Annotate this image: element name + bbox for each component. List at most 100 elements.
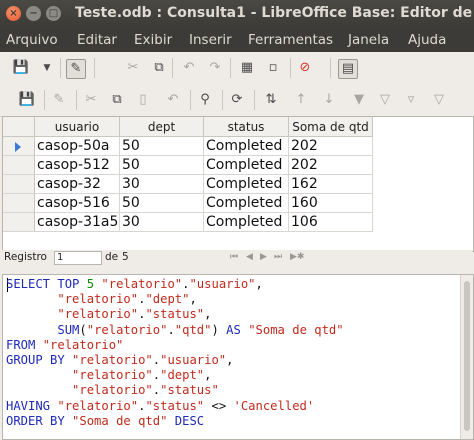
menu-arquivo[interactable]: Arquivo [6,32,58,48]
menu-exibir[interactable]: Exibir [134,32,172,48]
first-record-icon[interactable]: ⏮ [230,250,238,265]
menu-editar[interactable]: Editar [77,32,117,48]
filter-icon[interactable]: ▽ [376,91,394,109]
minimize-window-button[interactable]: − [26,6,41,21]
table-icon[interactable]: ▤ [338,59,358,79]
splitter-handle[interactable] [0,266,474,274]
sql-line[interactable]: FROM "relatorio" [6,338,344,353]
table-cell[interactable]: Completed [204,137,289,156]
save-record-icon[interactable]: 💾 [18,91,36,109]
query-design-toolbar: 💾 ▼ ✎ ✂ ⧉ ↶ ↷ ▦ ▫ ⊘ ▤ [0,52,474,85]
sql-token: FROM [6,337,43,352]
sql-token: "Soma de qtd" [248,322,344,337]
table-cell[interactable]: 50 [120,194,204,213]
new-record-icon[interactable]: ▶✱ [290,250,304,265]
save-icon[interactable]: 💾 [12,59,30,77]
menu-ajuda[interactable]: Ajuda [408,32,446,48]
table-cell[interactable]: casop-31a5 [35,213,120,232]
table-cell[interactable]: 30 [120,175,204,194]
run-query-icon[interactable]: ▦ [238,59,256,77]
copy-icon[interactable]: ⧉ [150,59,168,77]
sql-token: "relatorio" [101,277,183,291]
sort-icon[interactable]: ⇅ [262,91,280,109]
table-cell[interactable]: 106 [289,213,373,232]
table-cell[interactable]: casop-516 [35,194,120,213]
dropdown-arrow-icon[interactable]: ▼ [38,59,56,77]
sql-token: SUM [57,322,80,337]
previous-record-icon[interactable]: ◀ [246,250,253,265]
column-header-usuario[interactable]: usuario [35,117,120,137]
column-header-soma-de-qtd[interactable]: Soma de qtd [289,117,373,137]
sql-token: , [204,368,212,383]
sql-token: . [152,368,161,383]
sql-line[interactable]: GROUP BY "relatorio"."usuario", [6,353,344,368]
table-cell[interactable]: 162 [289,175,373,194]
menu-ferramentas[interactable]: Ferramentas [248,32,333,48]
sql-line[interactable]: "relatorio"."dept", [6,368,344,383]
table-cell[interactable]: casop-32 [35,175,120,194]
undo-icon[interactable]: ↶ [180,59,198,77]
row-header[interactable] [3,156,35,175]
table-cell[interactable]: 50 [120,137,204,156]
table-cell[interactable]: Completed [204,175,289,194]
table-cell[interactable]: casop-50a [35,137,120,156]
row-header[interactable] [3,137,35,156]
table-cell[interactable]: casop-512 [35,156,120,175]
menu-janela[interactable]: Janela [348,32,389,48]
edit-icon[interactable]: ✎ [66,59,86,79]
copy-icon[interactable]: ⧉ [108,91,126,109]
column-header-status[interactable]: status [204,117,289,137]
row-header[interactable] [3,213,35,232]
table-cell[interactable]: 30 [120,213,204,232]
maximize-window-button[interactable]: □ [46,6,61,21]
reset-filter-icon[interactable]: ▽ [430,91,448,109]
sql-editor[interactable]: SELECT TOP 5 "relatorio"."usuario", "rel… [2,274,474,440]
last-record-icon[interactable]: ⏭ [274,250,282,265]
autofilter-icon[interactable]: ▼ [350,91,368,109]
sql-line[interactable]: "relatorio"."dept", [6,292,344,307]
sql-line[interactable]: "relatorio"."status", [6,307,344,322]
table-cell[interactable]: Completed [204,156,289,175]
column-header-dept[interactable]: dept [120,117,204,137]
redo-icon[interactable]: ↷ [206,59,224,77]
table-cell[interactable]: Completed [204,213,289,232]
result-grid[interactable]: usuario dept status Soma de qtd casop-50… [2,116,474,252]
close-window-button[interactable]: × [6,6,21,21]
sql-line[interactable]: ORDER BY "Soma de qtd" DESC [6,414,344,429]
disable-design-icon[interactable]: ⊘ [296,59,314,77]
table-cell[interactable]: 202 [289,137,373,156]
sort-asc-icon[interactable]: ↑ [292,91,310,109]
sql-token: "relatorio" [72,368,153,383]
table-cell[interactable]: 160 [289,194,373,213]
undo-icon[interactable]: ↶ [164,91,182,109]
table-cell[interactable]: 50 [120,156,204,175]
next-record-icon[interactable]: ▶ [260,250,267,265]
sql-token: "dept" [160,368,205,383]
cut-icon[interactable]: ✂ [82,91,100,109]
editor-vertical-scrollbar[interactable] [460,275,473,439]
cut-icon[interactable]: ✂ [124,59,142,77]
sql-token: 5 [86,277,95,291]
sort-desc-icon[interactable]: ↓ [320,91,338,109]
menu-inserir[interactable]: Inserir [189,32,232,48]
record-number-input[interactable]: 1 [54,251,102,265]
paste-icon[interactable]: ▯ [134,91,152,109]
row-header[interactable] [3,175,35,194]
scrollbar-thumb[interactable] [464,281,470,431]
find-icon[interactable]: ⚲ [196,91,214,109]
row-header[interactable] [3,194,35,213]
sql-line[interactable]: "relatorio"."status" [6,383,344,398]
edit-data-icon[interactable]: ✎ [50,91,68,109]
sql-text[interactable]: SELECT TOP 5 "relatorio"."usuario", "rel… [6,277,344,429]
sql-line[interactable]: HAVING "relatorio"."status" <> 'Cancelle… [6,399,344,414]
refresh-icon[interactable]: ⟳ [228,91,246,109]
sql-line[interactable]: SUM("relatorio"."qtd") AS "Soma de qtd" [6,322,344,338]
clear-query-icon[interactable]: ▫ [264,59,282,77]
table-cell[interactable]: 202 [289,156,373,175]
standard-filter-icon[interactable]: ▿ [402,91,420,109]
sql-token: "dept" [145,292,190,307]
sql-line[interactable]: SELECT TOP 5 "relatorio"."usuario", [6,277,344,292]
table-cell[interactable]: Completed [204,194,289,213]
sql-token: DESC [174,413,205,428]
